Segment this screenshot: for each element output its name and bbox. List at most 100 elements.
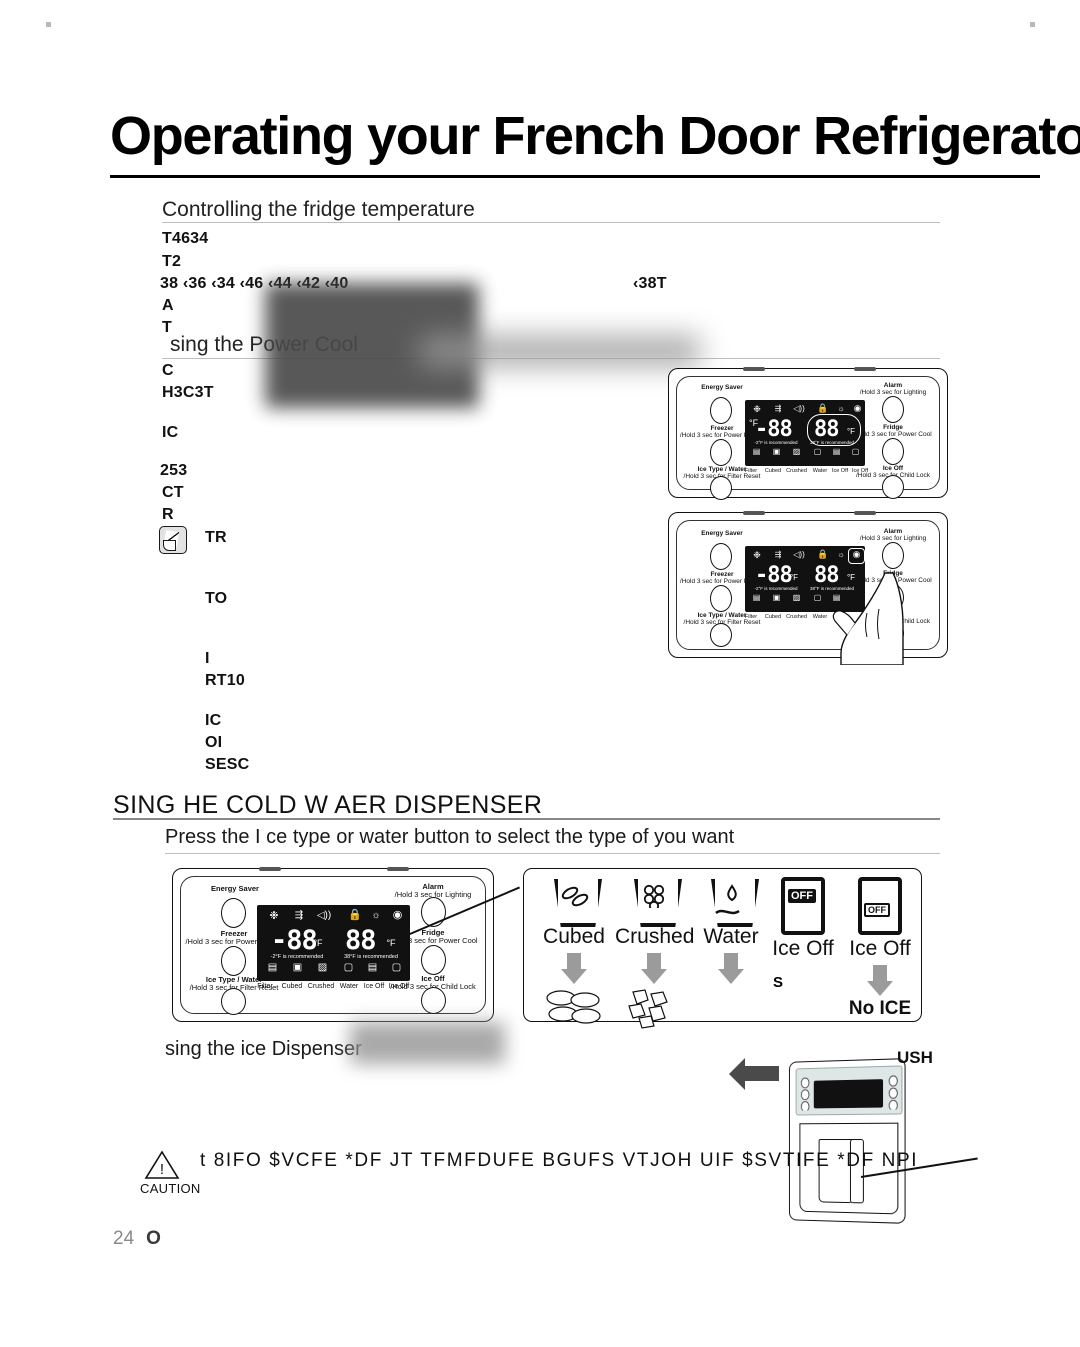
panel3-caption-water: Water [339, 983, 359, 990]
filter-icon: ▤ [267, 962, 278, 973]
control-panel-illustration-1: Energy Saver Freezer /Hold 3 sec for Pow… [668, 367, 948, 500]
panel2-button-energy-saver[interactable] [710, 543, 732, 570]
dispenser-label-ice-off-2: Ice Off [849, 937, 911, 960]
panel1-button-alarm[interactable] [882, 396, 904, 423]
dispenser-options-box: Cubed Crushed Water OFF Ice Off S OFF Ic… [523, 868, 922, 1029]
panel1-label-alarm: Alarm /Hold 3 sec for Lighting [859, 382, 927, 397]
panel3-caption-crushed: Crushed [307, 983, 335, 990]
ice-off-solid-icon: OFF [781, 877, 825, 935]
panel1-caption-cubed: Cubed [764, 468, 782, 474]
dispenser-result-text-2: No ICE [848, 998, 912, 1019]
power-freeze-icon: ⇶ [774, 404, 782, 413]
power-cool-indent-6: SESC [205, 756, 250, 773]
redaction-block-ice-dispenser [350, 1022, 505, 1064]
section-rule-cold-water [113, 818, 940, 820]
lighting-icon: ☼ [837, 550, 845, 559]
dispenser-label-cubed: Cubed [543, 925, 605, 948]
alarm-icon: ◁)) [793, 550, 805, 559]
power-freeze-icon: ⇶ [774, 550, 782, 559]
panel3-label-energy-saver: Energy Saver [211, 884, 259, 893]
panel1-fridge-recommend: 38°F is recommended [809, 440, 855, 445]
panel1-freezer-unit: °F [749, 418, 759, 428]
panel3-button-energy-saver[interactable] [221, 898, 246, 928]
ice-off-icon-2: ▢ [851, 447, 860, 456]
panel1-caption-water: Water [812, 468, 828, 474]
panel1-button-ice-off[interactable] [882, 475, 904, 499]
panel3-button-fridge[interactable] [421, 945, 446, 975]
panel1-caption-filter: Filter [744, 468, 758, 474]
panel1-lcd-display: ❉ ⇶ ◁)) 🔒 ☼ ◉ -88 °F -2°F is recommended… [745, 400, 865, 466]
note-pencil-icon [159, 526, 187, 554]
dispenser-option-ice-off-outline[interactable]: OFF Ice Off No ICE [844, 877, 916, 1020]
panel3-button-ice-type-water[interactable] [221, 988, 246, 1015]
cold-water-subheading: Press the I ce type or water button to s… [165, 826, 735, 848]
cubed-ice-icon [546, 990, 601, 1024]
panel3-freezer-unit: °F [313, 938, 323, 948]
dispenser-option-water[interactable]: Water [700, 879, 762, 984]
ice-off-icon-1: ▤ [367, 962, 378, 973]
panel-tab-right [854, 511, 876, 515]
dispenser-label-crushed: Crushed [615, 925, 695, 948]
fridge-door-lcd [813, 1079, 884, 1109]
power-freeze-icon: ⇶ [294, 910, 304, 921]
dispenser-option-ice-off-solid[interactable]: OFF Ice Off S [767, 877, 839, 991]
section-rule-subheading [165, 853, 940, 854]
panel1-caption-ice-off-1: Ice Off [831, 468, 849, 474]
page-number: 24 O [113, 1228, 161, 1250]
panel1-fridge-temp: 88 [814, 417, 839, 442]
panel2-freezer-recommend: -2°F is recommended [754, 586, 798, 591]
panel-tab-right [387, 867, 409, 871]
power-cool-icon: ◉ [852, 549, 861, 559]
glass-water-icon [708, 879, 759, 927]
panel-tab-left [743, 511, 765, 515]
power-cool-indent-5: OI [205, 734, 223, 751]
fridge-temp-line-1: T4634 [162, 230, 209, 247]
crushed-icon: ▨ [792, 593, 801, 602]
panel2-caption-filter: Filter [744, 614, 758, 620]
snowflake-icon: ❉ [269, 910, 279, 922]
panel2-button-freezer[interactable] [710, 585, 732, 612]
push-label: USH [897, 1048, 933, 1067]
panel3-button-ice-off[interactable] [421, 987, 446, 1014]
panel3-caption-ice-off-1: Ice Off [363, 983, 385, 990]
crushed-icon: ▨ [792, 447, 801, 456]
lock-icon: 🔒 [817, 403, 829, 413]
power-cool-line-3: IC [162, 424, 179, 441]
panel3-caption-cubed: Cubed [281, 983, 303, 990]
panel1-button-freezer[interactable] [710, 439, 732, 466]
fridge-temp-line-2: T2 [162, 253, 182, 270]
panel1-button-fridge[interactable] [882, 438, 904, 465]
crushed-ice-icon [628, 989, 668, 1029]
page-title: Operating your French Door Refrigerato [110, 106, 1080, 166]
panel3-caption-ice-off-2: Ice Off [388, 983, 410, 990]
dispenser-option-crushed[interactable]: Crushed [615, 879, 695, 1030]
panel3-button-freezer[interactable] [221, 946, 246, 976]
cubed-icon: ▣ [292, 962, 303, 973]
panel1-freezer-recommend: -2°F is recommended [754, 440, 798, 445]
fridge-temp-right-value: ‹38T [633, 275, 667, 292]
water-icon: ▢ [813, 447, 822, 456]
dispenser-option-cubed[interactable]: Cubed [538, 879, 610, 1030]
power-cool-line-1: C [162, 362, 174, 379]
fridge-dispenser-illustration: USH [729, 1048, 978, 1224]
snowflake-icon: ❉ [753, 404, 761, 414]
panel1-button-energy-saver[interactable] [710, 397, 732, 424]
fridge-right-buttons-icon [887, 1075, 899, 1110]
dispenser-label-water: Water [703, 925, 759, 948]
fridge-door-body [788, 1058, 906, 1224]
power-cool-line-6: R [162, 506, 174, 523]
filter-icon: ▤ [752, 447, 761, 456]
control-panel-illustration-2: Energy Saver Freezer /Hold 3 sec for Pow… [668, 511, 948, 665]
panel1-caption-ice-off-2: Ice Off [851, 468, 869, 474]
panel-tab-left [743, 367, 765, 371]
cubed-icon: ▣ [772, 447, 781, 456]
panel3-fridge-unit: °F [386, 938, 396, 948]
glass-cubed-icon [551, 879, 602, 927]
power-cool-icon: ◉ [853, 403, 862, 413]
caution-word: CAUTION [140, 1181, 201, 1196]
panel1-button-ice-type-water[interactable] [710, 476, 732, 500]
panel2-freezer-temp: -88 [755, 563, 793, 588]
panel2-button-ice-type-water[interactable] [710, 623, 732, 647]
section-heading-fridge-temperature: Controlling the fridge temperature [162, 198, 475, 221]
ice-off-outline-icon: OFF [858, 877, 902, 935]
